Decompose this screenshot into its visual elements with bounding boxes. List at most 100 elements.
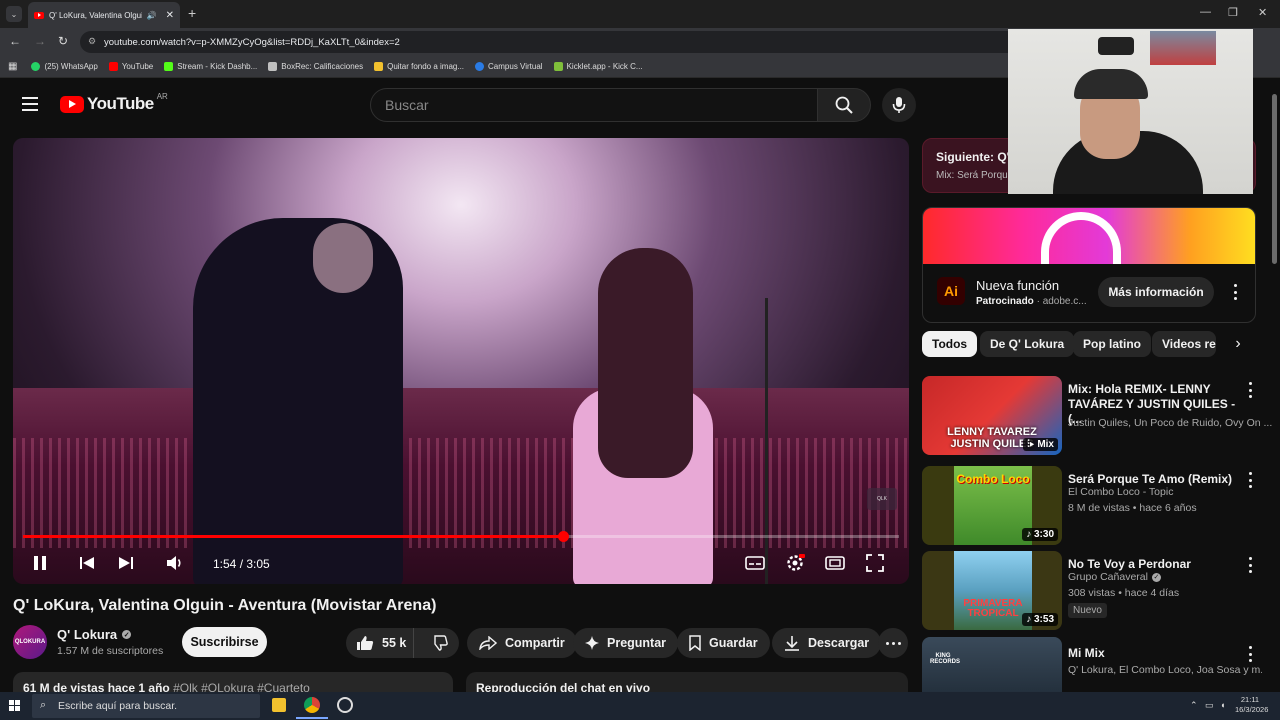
bookmark-boxrec[interactable]: BoxRec: Calificaciones	[268, 62, 363, 71]
pause-button[interactable]	[28, 551, 52, 575]
tab-close-icon[interactable]: ✕	[166, 10, 174, 21]
time-display: 1:54 / 3:05	[213, 557, 270, 571]
volume-icon	[167, 556, 181, 570]
clock-date: 16/3/2026	[1235, 705, 1269, 714]
ad-cta-button[interactable]: Más información	[1098, 277, 1214, 307]
recommendation-thumbnail[interactable]: PRIMAVERA TROPICAL ♪ 3:53	[922, 551, 1062, 630]
progress-bar[interactable]	[23, 531, 899, 542]
apps-icon[interactable]: ▦	[8, 61, 17, 72]
adobe-illustrator-icon: Ai	[937, 277, 965, 305]
like-button[interactable]: 55 k	[346, 628, 414, 658]
performer-right-hair	[598, 248, 693, 478]
bookmark-icon	[689, 635, 701, 651]
site-info-icon[interactable]: ⚙	[88, 36, 96, 47]
volume-icon[interactable]: ◖	[1220, 700, 1225, 710]
settings-button[interactable]	[783, 551, 807, 575]
subtitles-icon	[745, 556, 765, 570]
browser-tab[interactable]: Q' LoKura, Valentina Olguin 🔊 ✕	[28, 2, 180, 28]
save-label: Guardar	[709, 636, 758, 650]
recommendation-thumbnail[interactable]: LENNY TAVAREZ JUSTIN QUILES ⫶▸ Mix	[922, 376, 1062, 455]
channel-name[interactable]: Q' Lokura ✓	[57, 627, 132, 642]
back-icon[interactable]: ←	[9, 34, 21, 48]
share-button[interactable]: Compartir	[467, 628, 577, 658]
voice-search-button[interactable]	[882, 88, 916, 122]
close-window-icon[interactable]: ✕	[1258, 6, 1267, 19]
recommendation-channel-line: Grupo Cañaveral ✓	[1068, 571, 1161, 583]
new-tab-icon[interactable]: +	[188, 5, 196, 21]
address-bar[interactable]: ⚙ youtube.com/watch?v=p-XMMZyCyOg&list=R…	[80, 31, 1020, 53]
save-button[interactable]: Guardar	[677, 628, 770, 658]
whatsapp-icon	[31, 62, 41, 71]
youtube-icon	[108, 62, 118, 71]
recommendation-thumbnail[interactable]: KING RECORDS	[922, 637, 1062, 692]
recommendation-menu-icon[interactable]	[1246, 472, 1254, 488]
fullscreen-button[interactable]	[863, 551, 887, 575]
ad-logo-text: Ai	[944, 283, 958, 299]
youtube-logo[interactable]: YouTube AR	[60, 92, 168, 114]
windows-start-icon[interactable]	[9, 700, 21, 712]
chip-pop-latino[interactable]: Pop latino	[1073, 331, 1151, 357]
search-button[interactable]	[817, 88, 871, 122]
subscribe-button[interactable]: Suscribirse	[182, 627, 267, 657]
recommendation-stats: 308 vistas • hace 4 días	[1068, 587, 1180, 599]
bookmark-youtube[interactable]: YouTube	[108, 62, 154, 71]
dislike-button[interactable]	[422, 628, 459, 658]
recommendation-menu-icon[interactable]	[1246, 646, 1254, 662]
network-icon[interactable]: ▭	[1205, 700, 1214, 711]
file-explorer-icon[interactable]	[272, 698, 286, 712]
forward-icon[interactable]: →	[34, 34, 46, 48]
recommendation-item[interactable]: PRIMAVERA TROPICAL ♪ 3:53 No Te Voy a Pe…	[922, 551, 1262, 631]
chrome-icon[interactable]	[304, 697, 320, 713]
subtitles-button[interactable]	[743, 551, 767, 575]
microphone-icon	[892, 97, 906, 113]
recommendation-title: No Te Voy a Perdonar	[1068, 557, 1191, 571]
scrollbar-thumb[interactable]	[1272, 94, 1277, 264]
more-actions-button[interactable]	[878, 628, 908, 658]
chip-videos-relacionados[interactable]: Videos re	[1152, 331, 1216, 357]
ad-card[interactable]: Ai Nueva función Patrocinado · adobe.c..…	[922, 207, 1256, 323]
chip-todos[interactable]: Todos	[922, 331, 978, 357]
search-input[interactable]: Buscar	[370, 88, 818, 122]
bookmark-kicklet[interactable]: Kicklet.app - Kick C...	[553, 62, 643, 71]
previous-button[interactable]	[75, 551, 99, 575]
recommendation-menu-icon[interactable]	[1246, 382, 1254, 398]
bookmark-whatsapp[interactable]: (25) WhatsApp	[31, 62, 98, 71]
speaker-icon[interactable]: 🔊	[147, 11, 157, 20]
clock-time: 21:11	[1240, 695, 1260, 704]
ad-menu-icon[interactable]	[1231, 284, 1239, 300]
boxrec-icon	[268, 62, 278, 71]
bookmark-label: YouTube	[121, 62, 154, 71]
recommendation-thumbnail[interactable]: Combo Loco ♪ 3:30	[922, 466, 1062, 545]
recommendation-menu-icon[interactable]	[1246, 557, 1254, 573]
clock[interactable]: 21:11 16/3/2026	[1235, 695, 1269, 715]
reload-icon[interactable]: ↻	[58, 34, 68, 48]
chip-channel[interactable]: De Q' Lokura	[980, 331, 1075, 357]
recommendation-channel: Grupo Cañaveral	[1068, 571, 1148, 583]
taskbar-search[interactable]: ⌕ Escribe aquí para buscar.	[32, 694, 260, 718]
theater-mode-button[interactable]	[823, 551, 847, 575]
obs-icon[interactable]	[337, 697, 353, 713]
volume-button[interactable]	[163, 551, 187, 575]
bookmark-quitar-fondo[interactable]: Quitar fondo a imag...	[374, 62, 464, 71]
tab-search-icon[interactable]: ⌄	[6, 6, 22, 22]
mic-stand	[765, 298, 768, 584]
bookmark-kick[interactable]: Stream - Kick Dashb...	[164, 62, 257, 71]
recommendation-item[interactable]: KING RECORDS Mi Mix Q' Lokura, El Combo …	[922, 637, 1262, 692]
restore-icon[interactable]: ❐	[1228, 6, 1238, 19]
tray-chevron-icon[interactable]: ⌃	[1190, 700, 1198, 711]
ask-button[interactable]: Preguntar	[573, 628, 679, 658]
next-button[interactable]	[114, 551, 138, 575]
channel-avatar[interactable]: QLOKURA	[13, 625, 47, 659]
taskbar-search-placeholder: Escribe aquí para buscar.	[58, 700, 178, 712]
subscriber-count: 1.57 M de suscriptores	[57, 645, 164, 657]
recommendation-item[interactable]: Combo Loco ♪ 3:30 Será Porque Te Amo (Re…	[922, 466, 1262, 546]
minimize-icon[interactable]: —	[1200, 6, 1211, 18]
chevron-right-icon[interactable]: ›	[1226, 332, 1250, 356]
video-player[interactable]: QLK 1:54 / 3:05	[13, 138, 909, 584]
duration-badge: ♪ 3:53	[1022, 613, 1058, 626]
menu-icon[interactable]	[22, 97, 38, 111]
recommendation-item[interactable]: LENNY TAVAREZ JUSTIN QUILES ⫶▸ Mix Mix: H…	[922, 376, 1272, 456]
download-button[interactable]: Descargar	[772, 628, 882, 658]
channel-watermark[interactable]: QLK	[867, 488, 897, 510]
bookmark-campus[interactable]: Campus Virtual	[475, 62, 543, 71]
